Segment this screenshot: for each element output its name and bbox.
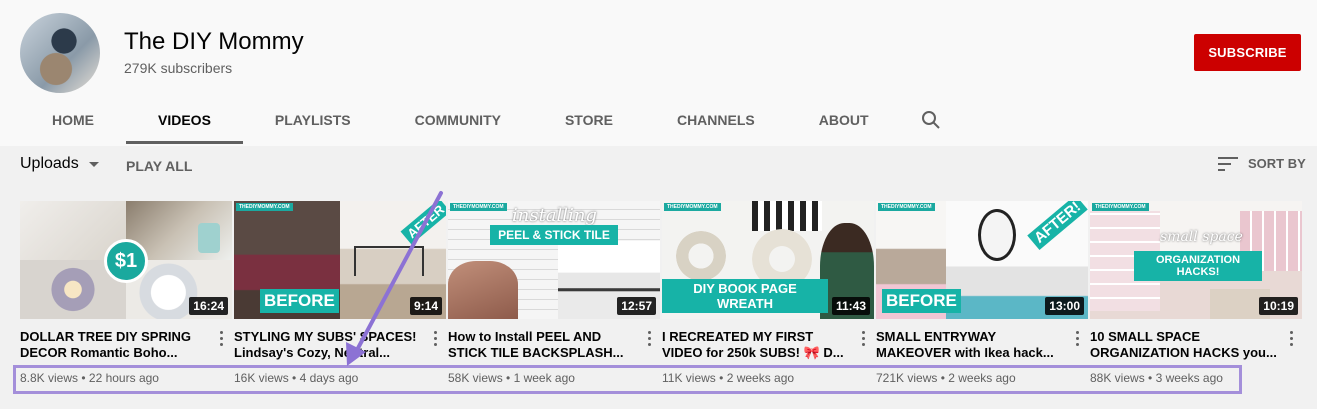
annotation-arrow <box>346 191 443 366</box>
